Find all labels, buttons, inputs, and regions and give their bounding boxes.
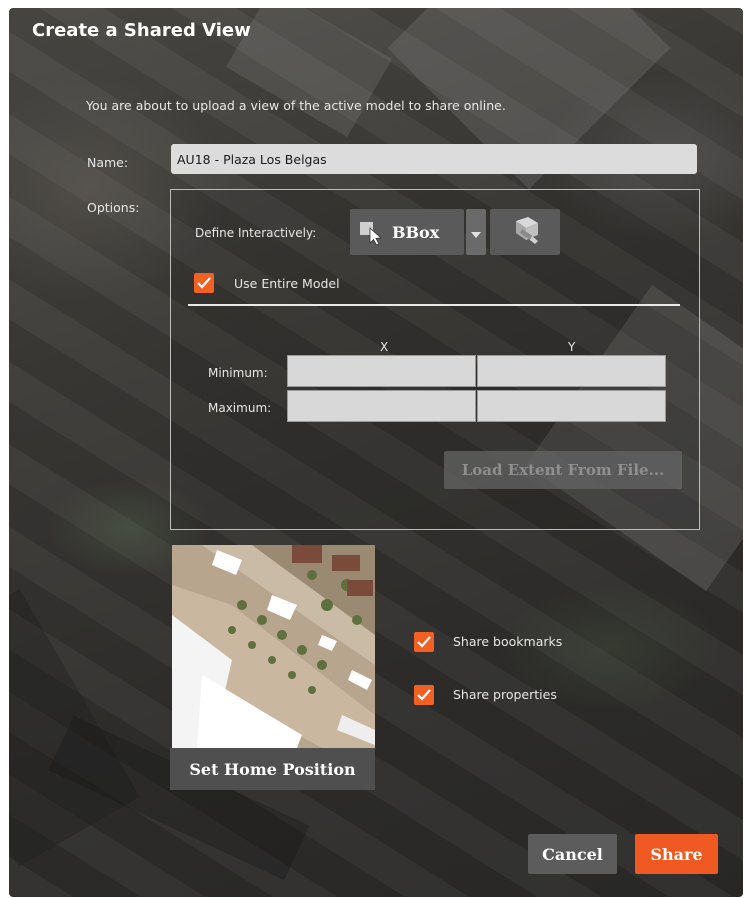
cancel-button[interactable]: Cancel [528,834,617,874]
use-entire-model-checkbox[interactable] [194,273,214,293]
maximum-y-input[interactable] [477,390,666,422]
define-interactively-label: Define Interactively: [195,226,317,240]
name-label: Name: [87,155,129,170]
bbox-dropdown-button[interactable] [466,209,486,255]
dialog-description: You are about to upload a view of the ac… [86,98,506,113]
share-button[interactable]: Share [635,834,718,874]
checkmark-icon [417,689,431,701]
use-entire-model-label: Use Entire Model [234,276,340,291]
checkmark-icon [197,277,211,289]
column-y-header: Y [568,340,576,354]
bbox-button-label: BBox [392,222,440,242]
set-home-position-button[interactable]: Set Home Position [170,748,375,790]
share-bookmarks-label: Share bookmarks [453,634,563,649]
chevron-down-icon [471,223,481,242]
maximum-label: Maximum: [208,401,272,415]
options-label: Options: [87,200,140,215]
maximum-x-input[interactable] [287,390,476,422]
load-extent-button[interactable]: Load Extent From File... [444,451,682,489]
share-properties-label: Share properties [453,687,557,702]
bbox-button[interactable]: BBox [350,209,464,255]
pick-extent-button[interactable] [490,209,560,255]
options-divider [188,304,680,306]
share-properties-checkbox[interactable] [414,685,434,705]
column-x-header: X [380,340,389,354]
model-preview-thumbnail [172,545,375,748]
name-input[interactable] [171,144,697,174]
minimum-y-input[interactable] [477,355,666,387]
minimum-label: Minimum: [208,366,268,380]
share-bookmarks-checkbox[interactable] [414,632,434,652]
cursor-select-icon [358,218,386,246]
minimum-x-input[interactable] [287,355,476,387]
pick-extent-icon [508,215,542,249]
background-building-shape [225,8,393,137]
dialog-title: Create a Shared View [32,20,251,41]
checkmark-icon [417,636,431,648]
